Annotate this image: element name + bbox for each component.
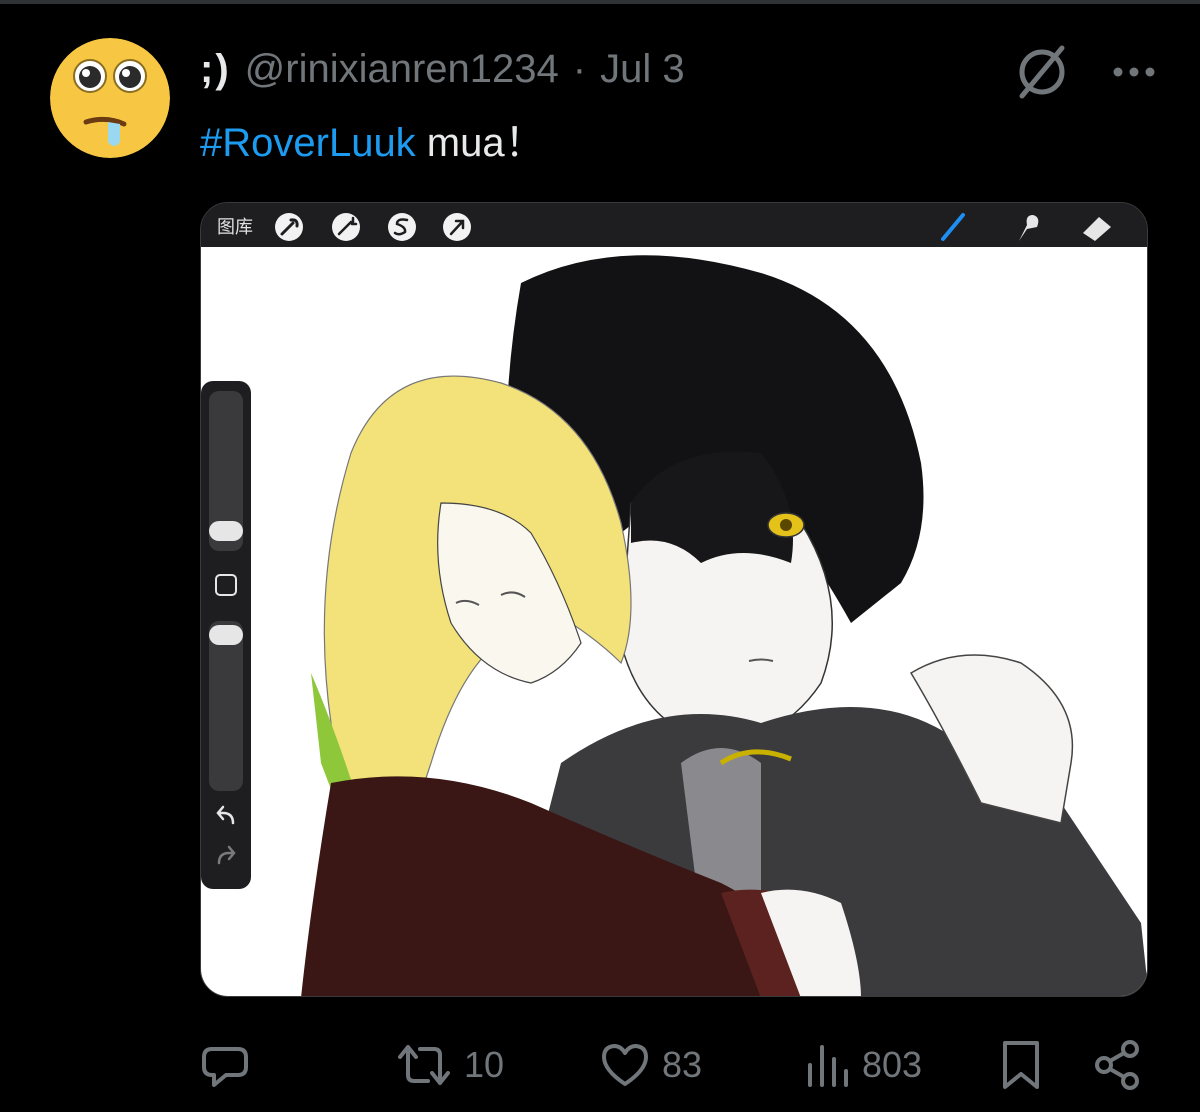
top-divider: [0, 0, 1200, 4]
bookmark-button[interactable]: [1000, 1030, 1042, 1100]
grok-icon[interactable]: [1012, 44, 1074, 100]
display-name[interactable]: ;): [200, 47, 231, 92]
share-button[interactable]: [1094, 1030, 1142, 1100]
tweet-media-image[interactable]: 图库: [200, 202, 1148, 997]
reply-icon: [202, 1047, 248, 1087]
selection-icon: [388, 213, 416, 241]
more-options-icon[interactable]: [1112, 62, 1156, 82]
magic-wand-icon: [332, 213, 360, 241]
retweet-icon: [398, 1045, 450, 1085]
tweet-actions: 10 83 803: [200, 1030, 1160, 1100]
views-chart-icon: [808, 1045, 848, 1087]
retweet-count: 10: [464, 1044, 505, 1085]
retweet-button[interactable]: 10: [396, 1030, 504, 1100]
tweet-text: #RoverLuuk mua！: [200, 110, 545, 168]
transform-arrow-icon: [443, 213, 471, 241]
wrench-icon: [275, 213, 303, 241]
tweet-body: mua！: [415, 121, 545, 165]
view-count: 803: [862, 1044, 923, 1085]
reply-button[interactable]: [200, 1030, 264, 1100]
header-actions: [1012, 44, 1156, 100]
separator-dot: ·: [572, 46, 587, 91]
gallery-label: 图库: [217, 217, 253, 238]
emoji-avatar-icon: [50, 38, 170, 158]
hashtag-link[interactable]: #RoverLuuk: [200, 121, 416, 165]
tweet-date[interactable]: Jul 3: [600, 47, 685, 92]
avatar[interactable]: [50, 38, 170, 158]
like-button[interactable]: 83: [600, 1030, 702, 1100]
tweet-header: ;) @rinixianren1234 · Jul 3: [200, 44, 685, 94]
like-count: 83: [662, 1044, 703, 1085]
user-handle[interactable]: @rinixianren1234: [245, 47, 559, 92]
bookmark-icon: [1003, 1041, 1039, 1089]
drawing-app-screenshot: 图库: [201, 203, 1147, 996]
share-icon: [1095, 1040, 1139, 1090]
heart-icon: [602, 1044, 648, 1086]
views-button[interactable]: 803: [804, 1030, 922, 1100]
